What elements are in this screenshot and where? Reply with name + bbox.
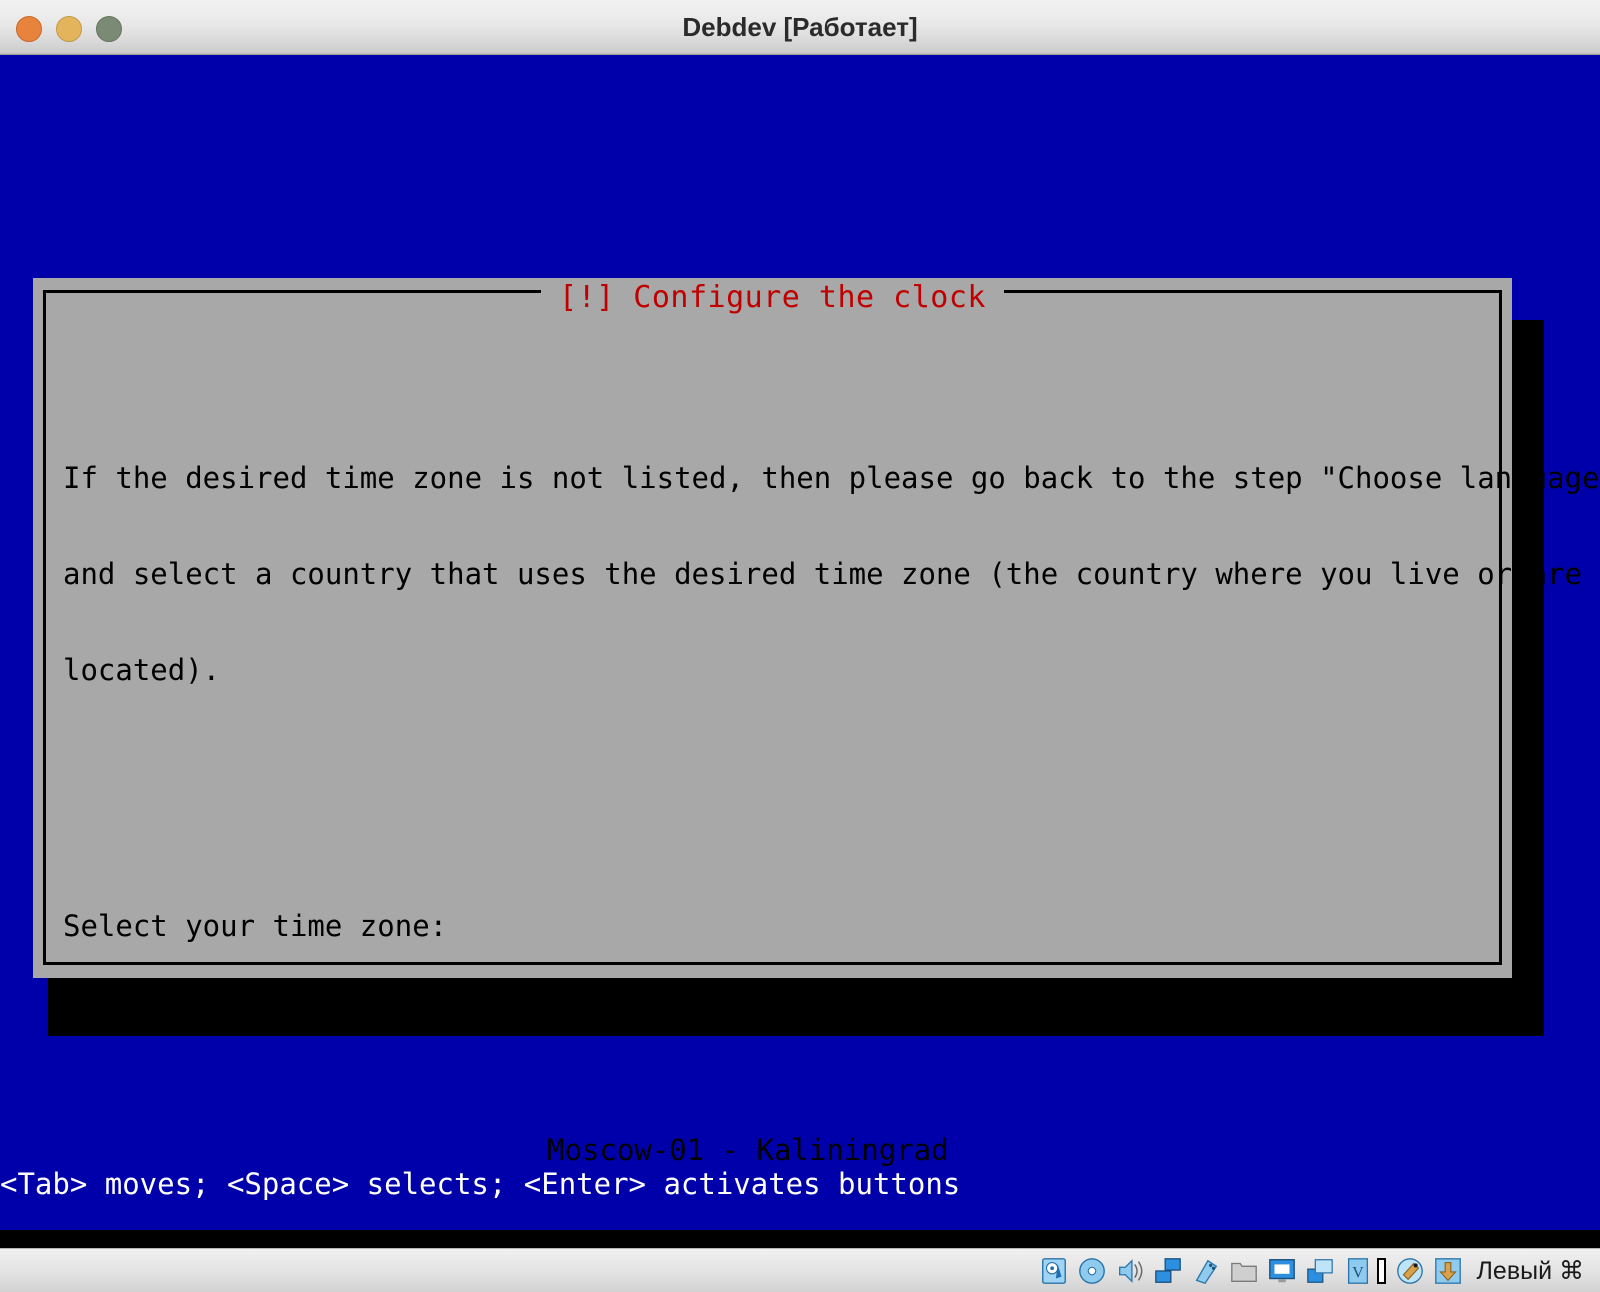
vm-console-screen: [!] Configure the clock If the desired t… xyxy=(0,56,1600,1228)
dialog-content: If the desired time zone is not listed, … xyxy=(63,334,1600,1228)
description-line-1: If the desired time zone is not listed, … xyxy=(63,461,1600,495)
shared-folders-icon[interactable] xyxy=(1229,1256,1259,1286)
virtualbox-window: Debdev [Работает] [!] Configure the cloc… xyxy=(0,0,1600,1292)
timezone-prompt: Select your time zone: xyxy=(63,909,448,943)
remote-desktop-icon[interactable] xyxy=(1305,1256,1335,1286)
window-title: Debdev [Работает] xyxy=(682,12,918,42)
virtualbox-statusbar: V Левый ⌘ xyxy=(0,1248,1600,1292)
console-status-line: <Tab> moves; <Space> selects; <Enter> ac… xyxy=(0,1167,961,1201)
audio-icon[interactable] xyxy=(1115,1256,1145,1286)
timezone-list[interactable]: Moscow-01 - Kaliningrad Moscow+00 - Mosc… xyxy=(63,1070,1483,1228)
video-capture-icon[interactable]: V xyxy=(1343,1256,1373,1286)
list-item[interactable]: Moscow-01 - Kaliningrad xyxy=(547,1134,949,1166)
configure-clock-dialog: [!] Configure the clock If the desired t… xyxy=(33,278,1600,1166)
description-line-2: and select a country that uses the desir… xyxy=(63,557,1582,591)
host-key-icon[interactable] xyxy=(1433,1256,1463,1286)
keyboard-capture-icon[interactable] xyxy=(1376,1257,1386,1284)
description-line-3: located). xyxy=(63,653,221,687)
usb-icon[interactable] xyxy=(1191,1256,1221,1286)
svg-text:V: V xyxy=(1352,1264,1364,1281)
host-key-label: Левый ⌘ xyxy=(1476,1256,1584,1285)
window-titlebar: Debdev [Работает] xyxy=(0,0,1600,55)
optical-disk-icon[interactable] xyxy=(1077,1256,1107,1286)
display-icon[interactable] xyxy=(1267,1256,1297,1286)
statusbar-black-strip xyxy=(0,1230,1600,1248)
network-icon[interactable] xyxy=(1153,1256,1183,1286)
dialog-description: If the desired time zone is not listed, … xyxy=(63,398,1600,750)
hard-disk-icon[interactable] xyxy=(1039,1256,1069,1286)
mouse-integration-icon[interactable] xyxy=(1395,1256,1425,1286)
